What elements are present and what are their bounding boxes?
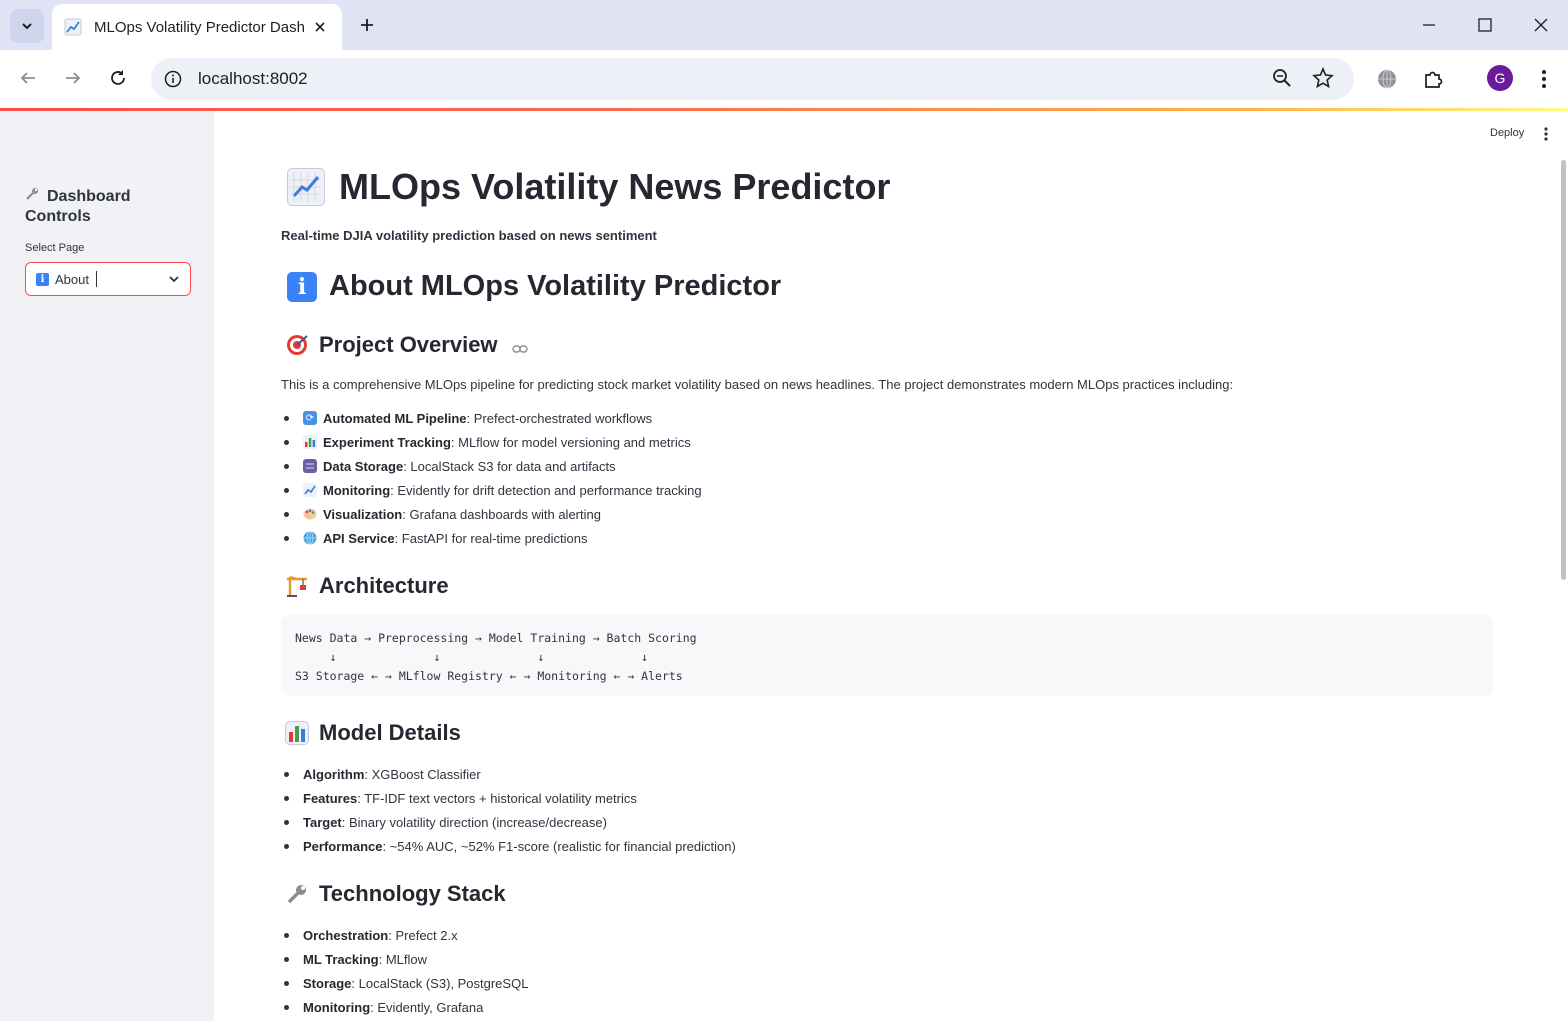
main-menu-icon[interactable] [1541,126,1551,142]
profile-avatar[interactable]: G [1487,65,1513,91]
bar-chart-icon [303,435,317,449]
list-item: ML Tracking: MLflow [281,947,528,971]
browser-tabstrip: MLOps Volatility Predictor Dash [0,0,1568,50]
overview-paragraph: This is a comprehensive MLOps pipeline f… [281,377,1234,392]
new-tab-button[interactable] [354,12,380,38]
list-item: Storage: LocalStack (S3), PostgreSQL [281,971,528,995]
bar-chart-icon [285,721,309,745]
list-item: Features: TF-IDF text vectors + historic… [281,786,736,810]
architecture-code-block: News Data → Preprocessing → Model Traini… [281,615,1493,696]
list-item: Monitoring: Evidently, Grafana [281,995,528,1019]
file-cabinet-icon [303,459,317,473]
close-tab-icon[interactable] [310,17,330,37]
page-title-text: MLOps Volatility News Predictor [339,166,891,207]
model-heading-text: Model Details [319,720,461,745]
arrow-right-icon [66,72,81,84]
list-item: Orchestration: Prefect 2.x [281,923,528,947]
bookmark-star-icon[interactable] [1312,66,1336,91]
page-subtitle: Real-time DJIA volatility prediction bas… [281,228,657,243]
maximize-icon [1478,18,1492,32]
list-item: Experiment Tracking: MLflow for model ve… [281,430,702,454]
code-line: News Data → Preprocessing → Model Traini… [295,631,697,645]
wrench-icon [285,882,309,906]
main-scrollbar[interactable] [1561,160,1566,580]
browser-tab[interactable]: MLOps Volatility Predictor Dash [52,4,342,50]
forward-button[interactable] [55,60,91,96]
minimize-icon [1423,24,1435,26]
arrow-left-icon [20,72,35,84]
info-icon: i [287,271,317,302]
select-page-value: i About [36,271,168,287]
deploy-button[interactable]: Deploy [1490,127,1524,139]
tech-stack-list: Orchestration: Prefect 2.x ML Tracking: … [281,923,528,1019]
list-item: Performance: ~54% AUC, ~52% F1-score (re… [281,834,736,858]
tech-heading: Technology Stack [285,881,506,907]
list-item: Visualization: Grafana dashboards with a… [281,502,702,526]
select-page-value-text: About [55,271,89,287]
chevron-down-icon [22,23,32,30]
select-page-dropdown[interactable]: i About [25,262,191,296]
text-cursor [95,271,97,287]
overview-heading-text: Project Overview [319,332,498,357]
arrows-cycle-icon: ⟳ [303,411,317,425]
sidebar: Dashboard Controls Select Page i About [0,111,214,1021]
code-line: S3 Storage ← → MLflow Registry ← → Monit… [295,669,683,683]
chart-up-icon [287,168,325,206]
page-title: MLOps Volatility News Predictor [287,166,890,208]
minimize-button[interactable] [1401,0,1457,50]
construction-crane-icon [285,574,309,598]
sidebar-header: Dashboard Controls [25,187,195,227]
plus-icon [361,19,373,31]
url-text: localhost:8002 [198,69,308,88]
reload-icon [111,70,125,85]
zoom-icon[interactable] [1271,67,1295,91]
browser-menu-icon[interactable] [1530,65,1558,93]
list-item: ⟳ Automated ML Pipeline: Prefect-orchestr… [281,406,702,430]
tab-search-button[interactable] [10,9,44,43]
about-heading-text: About MLOps Volatility Predictor [329,270,782,302]
model-details-list: Algorithm: XGBoost Classifier Features: … [281,762,736,858]
running-indicator-bar [0,108,1568,111]
select-page-label: Select Page [25,242,85,254]
anchor-link-icon[interactable] [511,337,528,353]
site-info-icon[interactable] [161,67,185,91]
tech-heading-text: Technology Stack [319,881,506,906]
close-window-button[interactable] [1513,0,1568,50]
list-item: Monitoring: Evidently for drift detectio… [281,478,702,502]
maximize-button[interactable] [1457,0,1513,50]
chart-up-icon [303,483,317,497]
info-icon: i [36,272,49,286]
chevron-down-icon [169,276,179,283]
list-item: Data Storage: LocalStack S3 for data and… [281,454,702,478]
architecture-heading-text: Architecture [319,573,449,598]
list-item: API Service: FastAPI for real-time predi… [281,526,702,550]
about-heading: i About MLOps Volatility Predictor [287,270,781,303]
palette-icon [303,507,317,521]
model-heading: Model Details [285,720,461,746]
code-line: ↓ ↓ ↓ ↓ [295,650,649,664]
list-item: Algorithm: XGBoost Classifier [281,762,736,786]
sidebar-header-text: Dashboard Controls [25,188,131,226]
tab-title: MLOps Volatility Predictor Dash [94,18,304,36]
extensions-puzzle-icon[interactable] [1419,65,1447,93]
overview-heading: Project Overview [285,332,528,358]
architecture-heading: Architecture [285,573,449,599]
target-icon [285,333,309,357]
globe-icon [303,531,317,545]
list-item: Target: Binary volatility direction (inc… [281,810,736,834]
wrench-icon [25,187,39,207]
close-icon [1534,18,1548,32]
practices-list: ⟳ Automated ML Pipeline: Prefect-orchestr… [281,406,702,550]
browser-toolbar: localhost:8002 G [0,50,1568,108]
translate-globe-icon[interactable] [1373,65,1401,93]
reload-button[interactable] [100,60,136,96]
chart-up-icon [64,18,82,36]
back-button[interactable] [10,60,46,96]
address-bar[interactable]: localhost:8002 [151,58,1354,100]
